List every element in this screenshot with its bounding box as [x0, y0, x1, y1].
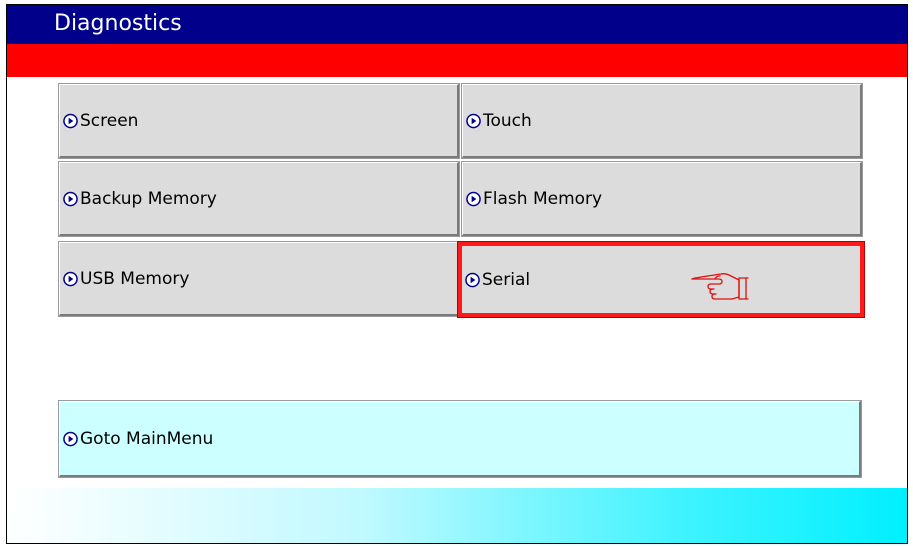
touch-button-label: Touch [483, 110, 532, 131]
screen-button-label: Screen [80, 110, 139, 131]
serial-button-label: Serial [482, 269, 531, 290]
screen-button[interactable]: Screen [58, 83, 460, 159]
touch-button[interactable]: Touch [461, 83, 863, 159]
circle-arrow-right-icon [466, 191, 481, 206]
flash-memory-button-label: Flash Memory [483, 188, 603, 209]
usb-memory-button-label: USB Memory [80, 268, 190, 289]
backup-memory-button[interactable]: Backup Memory [58, 161, 460, 237]
serial-button[interactable]: Serial [457, 241, 865, 318]
circle-arrow-right-icon [465, 272, 480, 287]
circle-arrow-right-icon [63, 113, 78, 128]
circle-arrow-right-icon [466, 113, 481, 128]
diagnostics-window: Diagnostics Screen Touch Backup Memory F… [6, 4, 908, 544]
goto-mainmenu-button[interactable]: Goto MainMenu [58, 400, 862, 478]
pointing-hand-icon [691, 273, 749, 300]
circle-arrow-right-icon [63, 191, 78, 206]
usb-memory-button[interactable]: USB Memory [58, 241, 460, 317]
accent-bar [7, 44, 907, 77]
backup-memory-button-label: Backup Memory [80, 188, 217, 209]
footer-gradient-bar [7, 488, 907, 543]
flash-memory-button[interactable]: Flash Memory [461, 161, 863, 237]
window-title: Diagnostics [54, 11, 182, 36]
title-bar: Diagnostics [7, 5, 907, 44]
circle-arrow-right-icon [63, 431, 78, 446]
circle-arrow-right-icon [63, 271, 78, 286]
goto-mainmenu-button-label: Goto MainMenu [80, 428, 214, 449]
